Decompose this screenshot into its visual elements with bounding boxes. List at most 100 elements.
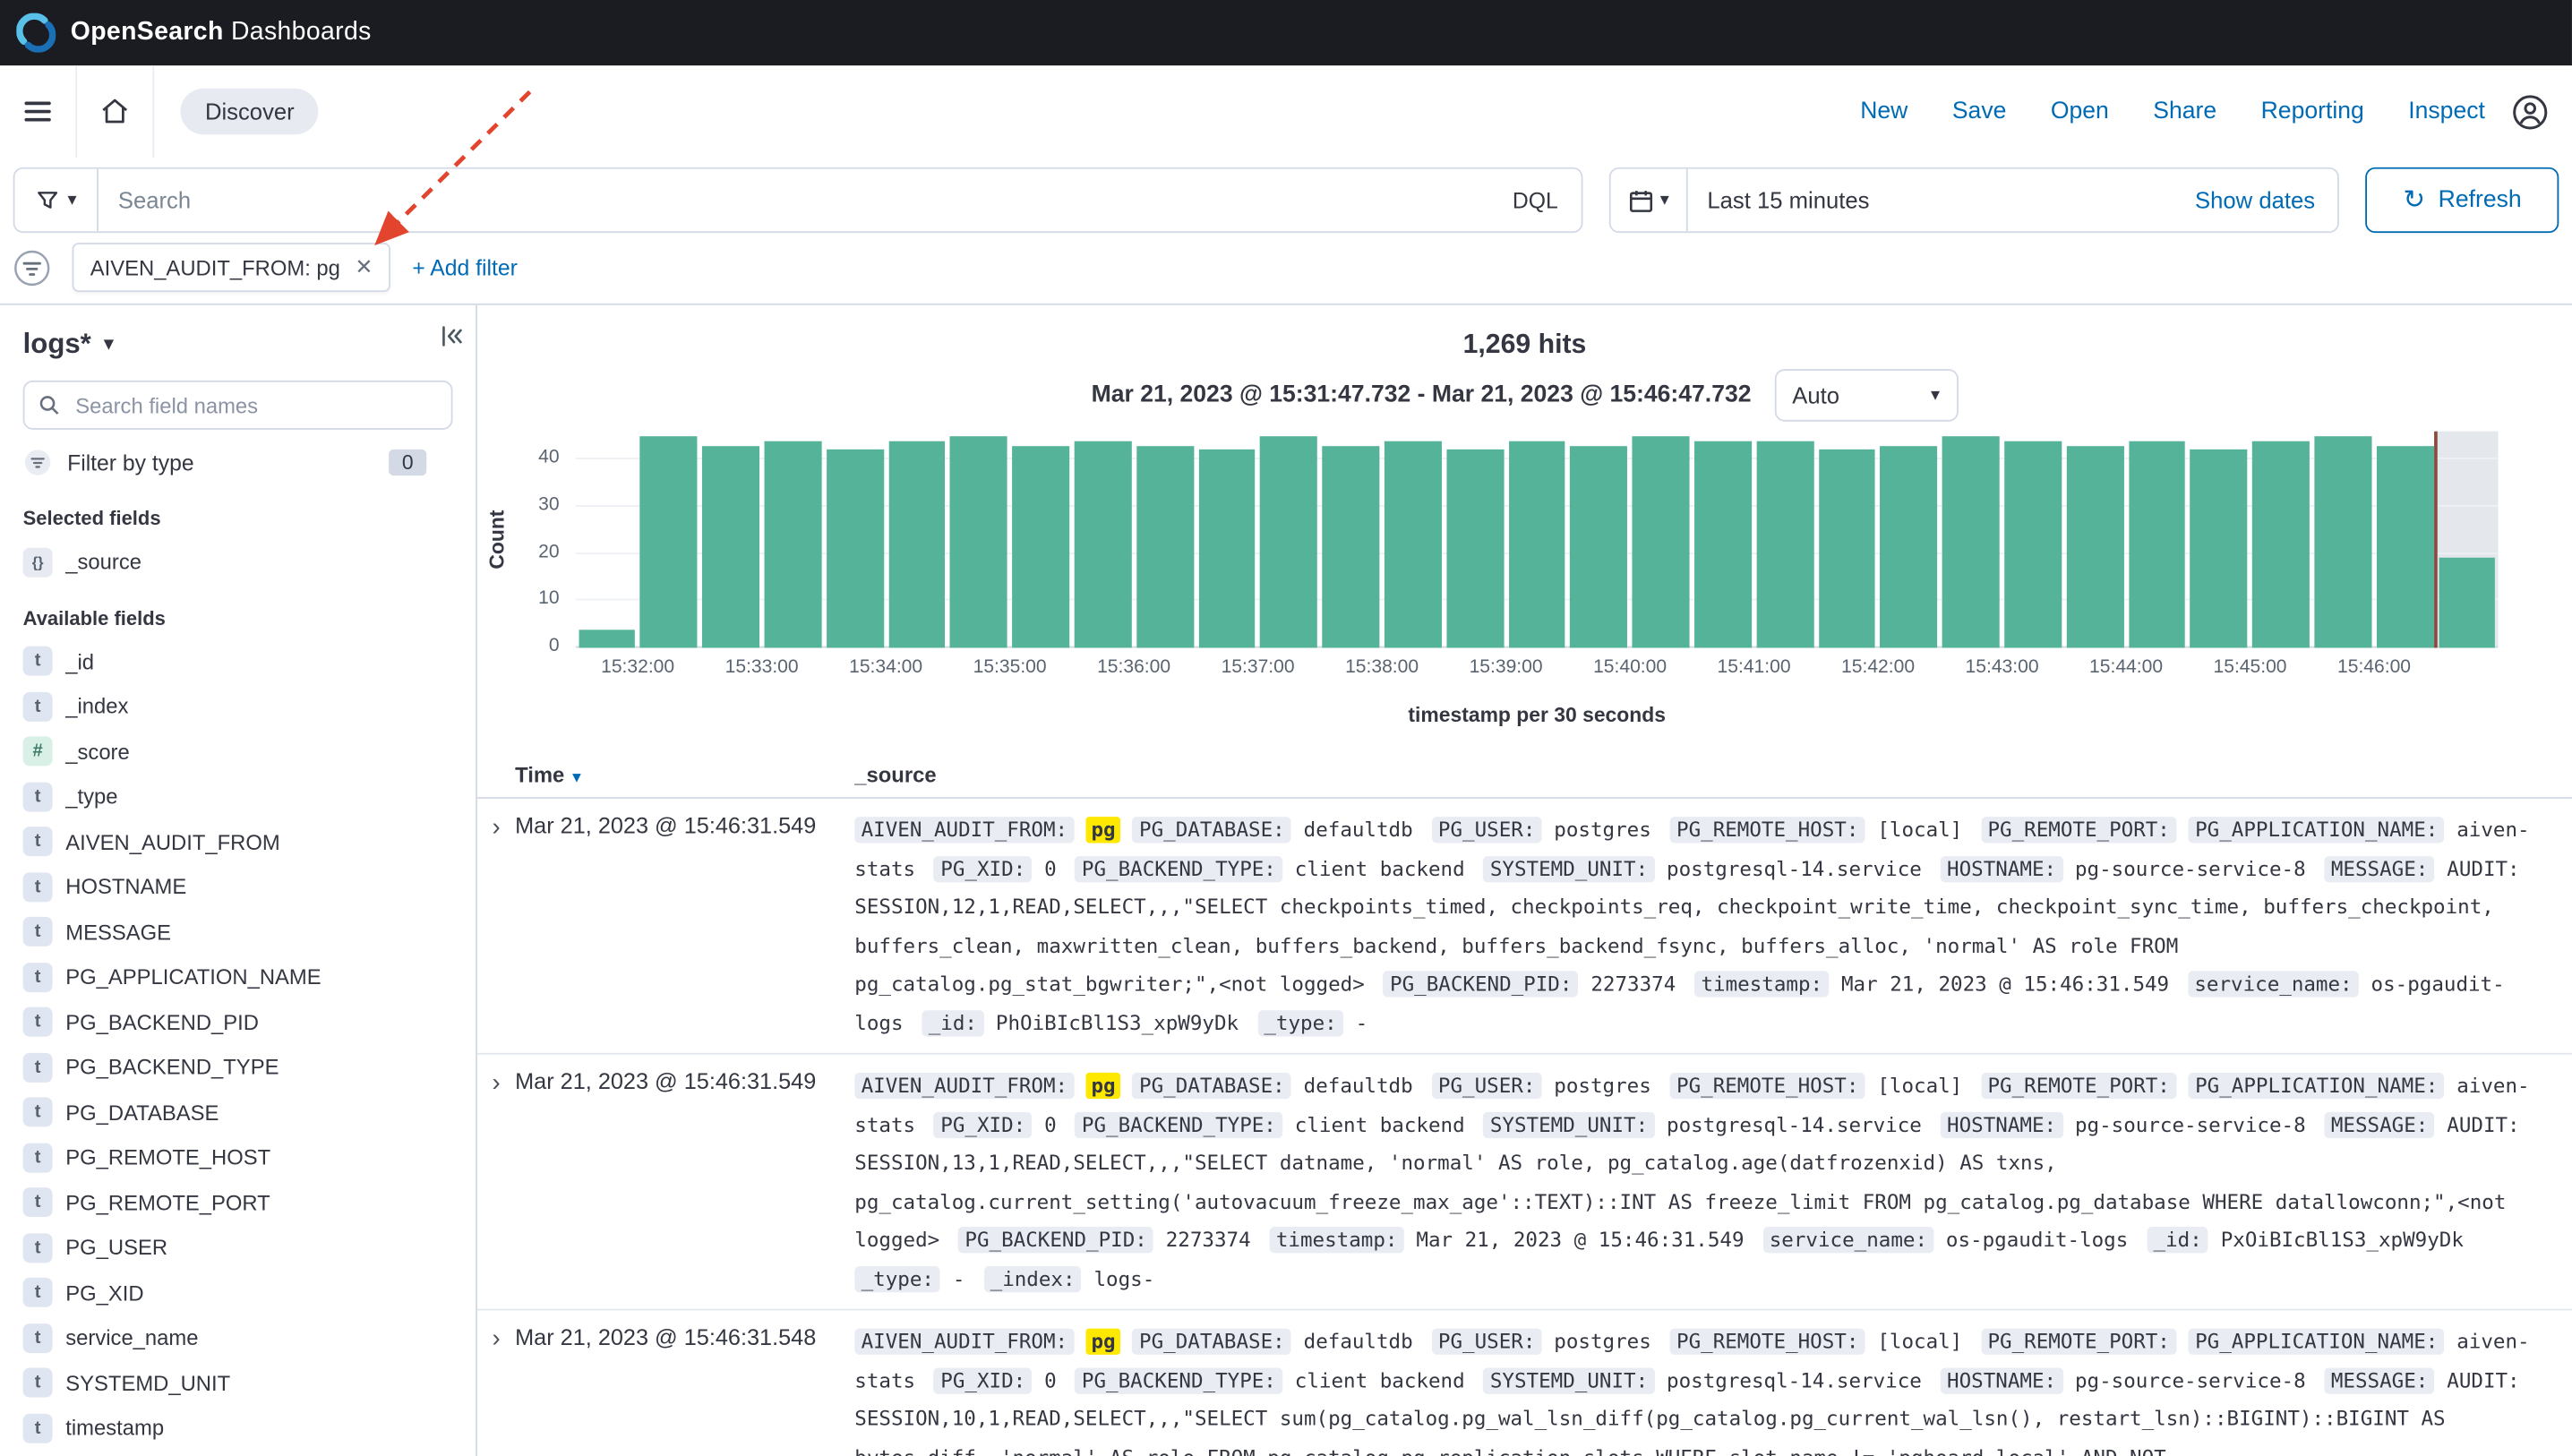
field-item-PG_BACKEND_PID[interactable]: tPG_BACKEND_PID: [23, 999, 453, 1044]
collapse-sidebar-icon[interactable]: [436, 321, 466, 351]
show-dates-button[interactable]: Show dates: [2195, 187, 2338, 213]
histogram-bar[interactable]: [1323, 445, 1380, 647]
filter-icon[interactable]: [13, 248, 51, 286]
nav-link-reporting[interactable]: Reporting: [2261, 98, 2364, 124]
field-item-PG_APPLICATION_NAME[interactable]: tPG_APPLICATION_NAME: [23, 955, 453, 999]
field-item-PG_USER[interactable]: tPG_USER: [23, 1225, 453, 1270]
quick-select-button[interactable]: ▾: [1610, 169, 1687, 232]
field-item-_index[interactable]: t_index: [23, 684, 453, 729]
histogram-bar[interactable]: [1260, 436, 1317, 648]
histogram-bar[interactable]: [764, 441, 821, 647]
field-item-_id[interactable]: t_id: [23, 638, 453, 683]
histogram-bar[interactable]: [2377, 445, 2434, 647]
index-pattern-selector[interactable]: logs* ▾: [23, 325, 453, 364]
histogram-bar[interactable]: [1571, 445, 1628, 647]
histogram-bar[interactable]: [579, 629, 636, 647]
breadcrumb-discover[interactable]: Discover: [180, 89, 319, 134]
histogram-bar[interactable]: [888, 441, 946, 647]
field-item-MESSAGE[interactable]: tMESSAGE: [23, 910, 453, 955]
histogram-bar[interactable]: [702, 445, 759, 647]
histogram-bar[interactable]: [1075, 441, 1132, 647]
query-language-button[interactable]: DQL: [1489, 188, 1581, 212]
histogram-bar[interactable]: [1756, 441, 1813, 647]
field-type-badge: t: [23, 827, 53, 857]
field-item-SYSTEMD_UNIT[interactable]: tSYSTEMD_UNIT: [23, 1360, 453, 1405]
expand-row-icon[interactable]: ›: [477, 1323, 515, 1456]
field-name: timestamp: [65, 1416, 164, 1440]
field-item-PG_XID[interactable]: tPG_XID: [23, 1271, 453, 1315]
histogram-bar[interactable]: [2252, 441, 2310, 647]
histogram-bar[interactable]: [2067, 445, 2124, 647]
histogram-bar[interactable]: [1694, 441, 1752, 647]
histogram-bar[interactable]: [950, 436, 1007, 648]
histogram-bar[interactable]: [640, 436, 698, 648]
account-button[interactable]: [2511, 92, 2572, 130]
expand-row-icon[interactable]: ›: [477, 812, 515, 1043]
field-item-service_name[interactable]: t service_name: [23, 1315, 453, 1360]
histogram-bar[interactable]: [1819, 450, 1876, 648]
time-range-label[interactable]: Last 15 minutes: [1687, 187, 1869, 213]
histogram-bar[interactable]: [1942, 436, 2000, 648]
nav-link-open[interactable]: Open: [2051, 98, 2109, 124]
histogram-bar[interactable]: [1508, 441, 1565, 647]
field-item-_score[interactable]: #_score: [23, 729, 453, 774]
refresh-button[interactable]: ↻ Refresh: [2366, 167, 2559, 233]
histogram-bar[interactable]: [2190, 450, 2248, 648]
discover-page: OpenSearch Dashboards Discover NewSaveOp…: [0, 0, 2572, 1456]
source-field-name: PG_BACKEND_PID:: [958, 1227, 1153, 1253]
expand-row-icon[interactable]: ›: [477, 1067, 515, 1298]
row-source: AIVEN_AUDIT_FROM: pg PG_DATABASE: defaul…: [854, 812, 2572, 1043]
histogram-bar[interactable]: [1012, 445, 1069, 647]
field-item-_type[interactable]: t_type: [23, 775, 453, 819]
nav-link-inspect[interactable]: Inspect: [2408, 98, 2485, 124]
available-fields-heading: Available fields: [23, 606, 453, 630]
histogram-bar[interactable]: [2129, 441, 2186, 647]
field-type-badge: t: [23, 1323, 53, 1353]
interval-select[interactable]: Auto ▾: [1774, 369, 1958, 422]
field-item-HOSTNAME[interactable]: tHOSTNAME: [23, 864, 453, 909]
x-axis-label: timestamp per 30 seconds: [576, 704, 2499, 727]
histogram-bar[interactable]: [2439, 559, 2496, 648]
field-item-AIVEN_AUDIT_FROM[interactable]: tAIVEN_AUDIT_FROM: [23, 819, 453, 864]
filter-by-type-button[interactable]: Filter by type 0: [23, 440, 453, 485]
add-filter-button[interactable]: + Add filter: [412, 255, 518, 279]
source-field-value: pg-source-service-8: [2075, 1113, 2306, 1136]
histogram-bar[interactable]: [2004, 441, 2062, 647]
histogram-bar[interactable]: [1633, 436, 1690, 648]
histogram-bar[interactable]: [1385, 441, 1442, 647]
y-tick-label: 10: [477, 589, 560, 609]
histogram-bar[interactable]: [1136, 445, 1194, 647]
search-input[interactable]: [99, 187, 1489, 213]
field-type-badge: {}: [23, 547, 53, 577]
source-field-name: service_name:: [1762, 1227, 1933, 1253]
nav-link-new[interactable]: New: [1860, 98, 1908, 124]
field-item-PG_REMOTE_PORT[interactable]: tPG_REMOTE_PORT: [23, 1180, 453, 1225]
field-item-PG_REMOTE_HOST[interactable]: tPG_REMOTE_HOST: [23, 1135, 453, 1179]
histogram-bar[interactable]: [1446, 450, 1504, 648]
histogram-bar[interactable]: [2315, 436, 2372, 648]
remove-filter-icon[interactable]: ✕: [355, 254, 373, 280]
y-tick-label: 40: [477, 448, 560, 467]
filter-pill[interactable]: AIVEN_AUDIT_FROM: pg✕: [73, 243, 391, 292]
source-field-value: pg-source-service-8: [2075, 857, 2306, 880]
field-item-_source[interactable]: {}_source: [23, 540, 453, 585]
nav-link-save[interactable]: Save: [1952, 98, 2007, 124]
field-name: service_name: [65, 1325, 198, 1349]
y-tick-label: 20: [477, 543, 560, 562]
field-search-input[interactable]: [73, 391, 438, 419]
column-header-time[interactable]: Time▼: [515, 763, 854, 787]
histogram-bar[interactable]: [1198, 450, 1256, 648]
selected-fields-heading: Selected fields: [23, 507, 453, 530]
histogram-bar[interactable]: [827, 450, 884, 648]
home-button[interactable]: [77, 65, 154, 158]
saved-query-button[interactable]: ▾: [14, 169, 98, 232]
field-item-PG_DATABASE[interactable]: tPG_DATABASE: [23, 1090, 453, 1135]
field-item-timestamp[interactable]: ttimestamp: [23, 1406, 453, 1451]
menu-button[interactable]: [0, 65, 77, 158]
row-source: AIVEN_AUDIT_FROM: pg PG_DATABASE: defaul…: [854, 1323, 2572, 1456]
field-item-PG_BACKEND_TYPE[interactable]: tPG_BACKEND_TYPE: [23, 1045, 453, 1090]
histogram-bar[interactable]: [1881, 445, 1938, 647]
opensearch-logo[interactable]: [16, 13, 56, 53]
nav-link-share[interactable]: Share: [2153, 98, 2216, 124]
histogram-plot[interactable]: [576, 432, 2499, 648]
